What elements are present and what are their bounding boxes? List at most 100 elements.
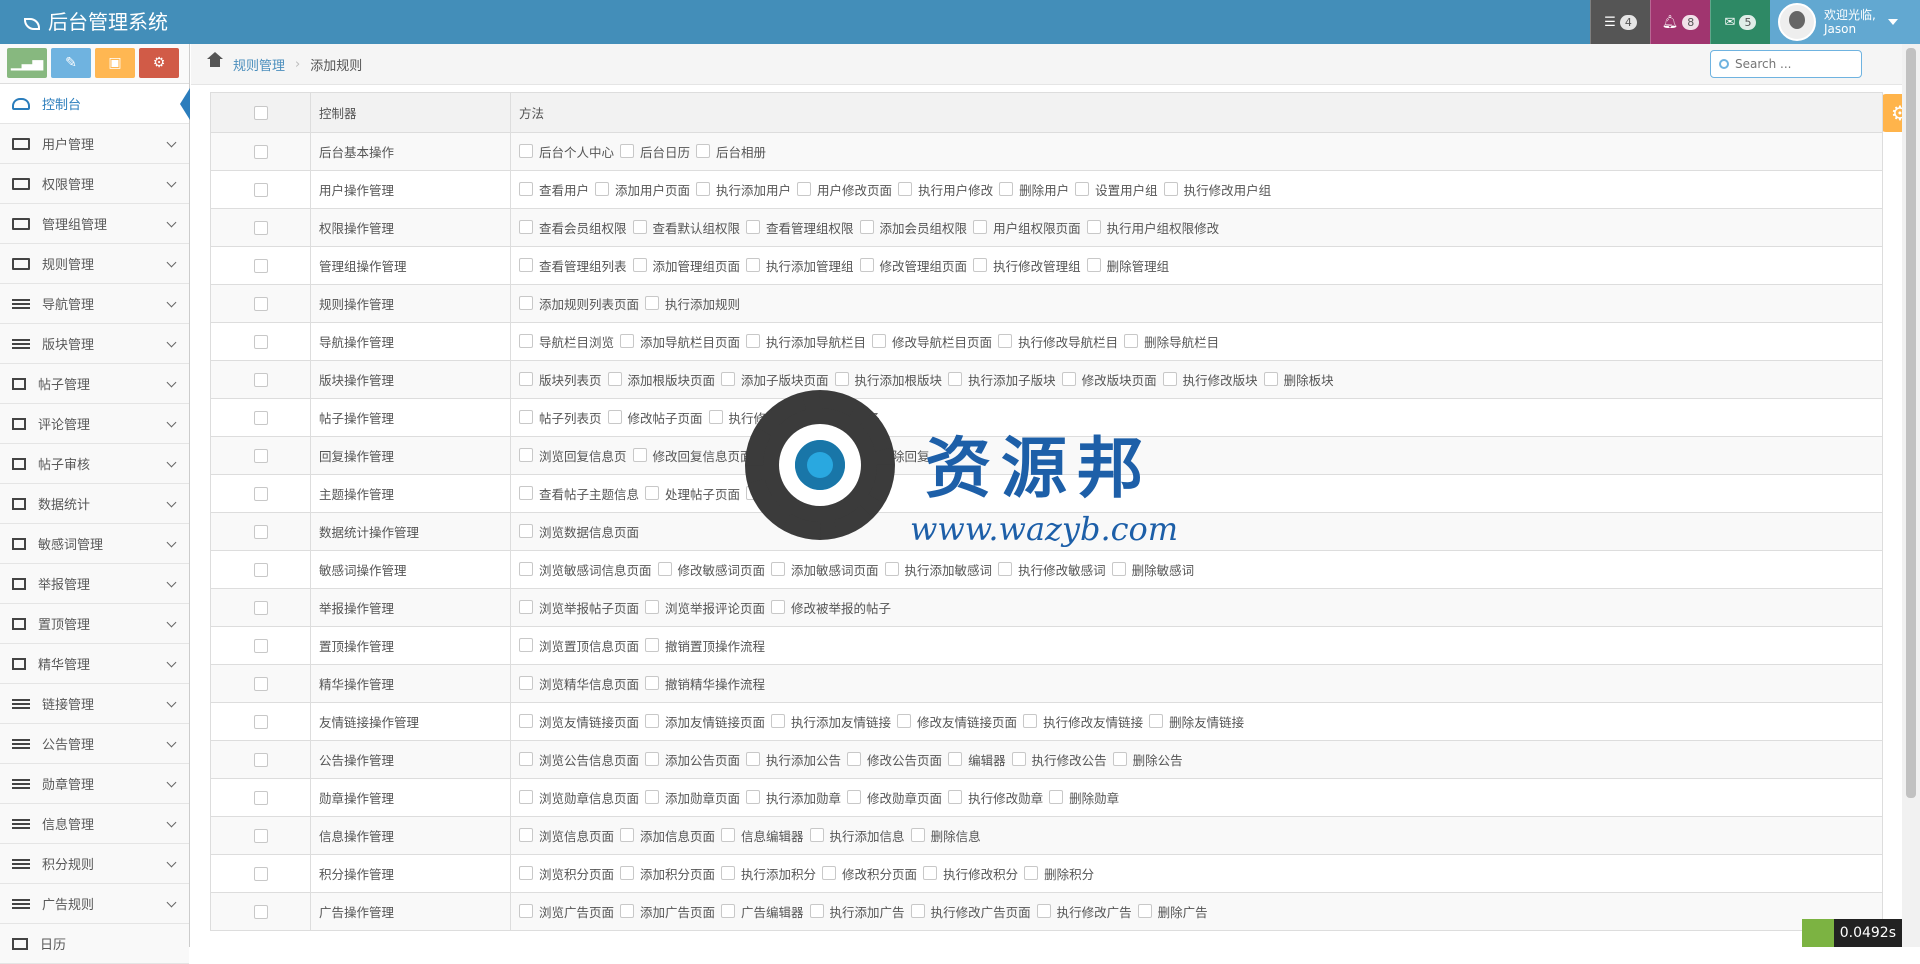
method-checkbox[interactable] bbox=[645, 296, 659, 310]
method-checkbox[interactable] bbox=[973, 220, 987, 234]
method-checkbox[interactable] bbox=[645, 486, 659, 500]
method-option[interactable]: 执行修改版块 bbox=[1163, 370, 1258, 389]
method-checkbox[interactable] bbox=[1149, 714, 1163, 728]
row-checkbox[interactable] bbox=[254, 601, 268, 615]
notifications-button[interactable]: 🔔︎8 bbox=[1650, 0, 1710, 44]
method-option[interactable]: 浏览公告信息页面 bbox=[519, 750, 639, 769]
sidebar-item[interactable]: 导航管理 bbox=[0, 284, 189, 324]
method-option[interactable]: 执行修改用户组 bbox=[1164, 180, 1272, 199]
row-checkbox[interactable] bbox=[254, 449, 268, 463]
method-checkbox[interactable] bbox=[519, 220, 533, 234]
method-option[interactable]: 添加积分页面 bbox=[620, 864, 715, 883]
method-option[interactable]: 删除敏感词 bbox=[1112, 560, 1195, 579]
row-checkbox[interactable] bbox=[254, 183, 268, 197]
method-checkbox[interactable] bbox=[1163, 372, 1177, 386]
method-checkbox[interactable] bbox=[519, 296, 533, 310]
row-checkbox[interactable] bbox=[254, 487, 268, 501]
method-checkbox[interactable] bbox=[721, 904, 735, 918]
method-option[interactable]: 执行添加信息 bbox=[810, 826, 905, 845]
method-option[interactable]: 浏览敏感词信息页面 bbox=[519, 560, 652, 579]
method-checkbox[interactable] bbox=[797, 182, 811, 196]
method-option[interactable]: 删除回复 bbox=[860, 446, 930, 465]
method-option[interactable]: 添加会员组权限 bbox=[860, 218, 968, 237]
app-brand[interactable]: 后台管理系统 bbox=[24, 0, 168, 44]
method-checkbox[interactable] bbox=[948, 752, 962, 766]
method-checkbox[interactable] bbox=[860, 220, 874, 234]
method-option[interactable]: 删除友情链接 bbox=[1149, 712, 1244, 731]
method-checkbox[interactable] bbox=[620, 334, 634, 348]
method-option[interactable]: 删除信息 bbox=[911, 826, 981, 845]
method-option[interactable]: 执行添加公告 bbox=[746, 750, 841, 769]
method-option[interactable]: 执行添加导航栏目 bbox=[746, 332, 866, 351]
method-checkbox[interactable] bbox=[709, 410, 723, 424]
method-checkbox[interactable] bbox=[911, 828, 925, 842]
method-checkbox[interactable] bbox=[1012, 752, 1026, 766]
sidebar-item[interactable]: 版块管理 bbox=[0, 324, 189, 364]
method-checkbox[interactable] bbox=[746, 486, 760, 500]
method-option[interactable]: 添加根版块页面 bbox=[608, 370, 716, 389]
method-option[interactable]: 执行添加规则 bbox=[645, 294, 740, 313]
method-option[interactable]: 广告编辑器 bbox=[721, 902, 804, 921]
method-checkbox[interactable] bbox=[897, 714, 911, 728]
sidebar-item[interactable]: 数据统计 bbox=[0, 484, 189, 524]
method-checkbox[interactable] bbox=[608, 372, 622, 386]
method-option[interactable]: 添加友情链接页面 bbox=[645, 712, 765, 731]
method-checkbox[interactable] bbox=[1087, 220, 1101, 234]
method-checkbox[interactable] bbox=[633, 448, 647, 462]
method-option[interactable]: 修改版块页面 bbox=[1062, 370, 1157, 389]
method-option[interactable]: 执行修改回复 bbox=[759, 446, 854, 465]
method-checkbox[interactable] bbox=[948, 790, 962, 804]
sidebar-item[interactable]: 公告管理 bbox=[0, 724, 189, 764]
row-checkbox[interactable] bbox=[254, 525, 268, 539]
row-checkbox[interactable] bbox=[254, 373, 268, 387]
method-option[interactable]: 浏览数据信息页面 bbox=[519, 522, 639, 541]
method-checkbox[interactable] bbox=[519, 258, 533, 272]
row-checkbox[interactable] bbox=[254, 563, 268, 577]
method-option[interactable]: 查看用户 bbox=[519, 180, 589, 199]
method-option[interactable]: 执行添加子版块 bbox=[948, 370, 1056, 389]
method-option[interactable]: 执行修改勋章 bbox=[948, 788, 1043, 807]
method-option[interactable]: 修改帖子页面 bbox=[608, 408, 703, 427]
row-checkbox[interactable] bbox=[254, 867, 268, 881]
method-option[interactable]: 编辑器 bbox=[948, 750, 1006, 769]
sidebar-item[interactable]: 规则管理 bbox=[0, 244, 189, 284]
method-option[interactable]: 删除积分 bbox=[1024, 864, 1094, 883]
row-checkbox[interactable] bbox=[254, 411, 268, 425]
method-option[interactable]: 添加勋章页面 bbox=[645, 788, 740, 807]
method-option[interactable]: 添加子版块页面 bbox=[721, 370, 829, 389]
sidebar-item[interactable]: 帖子管理 bbox=[0, 364, 189, 404]
method-option[interactable]: 浏览积分页面 bbox=[519, 864, 614, 883]
sidebar-item[interactable]: 评论管理 bbox=[0, 404, 189, 444]
method-option[interactable]: 删除帖子 bbox=[810, 408, 880, 427]
debug-logo-icon[interactable] bbox=[1802, 919, 1834, 947]
method-option[interactable]: 撤销置顶操作流程 bbox=[645, 636, 765, 655]
method-option[interactable]: 执行添加敏感词 bbox=[885, 560, 993, 579]
row-checkbox[interactable] bbox=[254, 297, 268, 311]
sidebar-item[interactable]: 勋章管理 bbox=[0, 764, 189, 804]
row-checkbox[interactable] bbox=[254, 639, 268, 653]
pencil-shortcut-button[interactable]: ✎ bbox=[51, 48, 91, 78]
method-checkbox[interactable] bbox=[1037, 904, 1051, 918]
method-checkbox[interactable] bbox=[746, 790, 760, 804]
method-checkbox[interactable] bbox=[847, 752, 861, 766]
method-option[interactable]: 后台日历 bbox=[620, 142, 690, 161]
method-checkbox[interactable] bbox=[759, 448, 773, 462]
method-checkbox[interactable] bbox=[519, 372, 533, 386]
sidebar-item[interactable]: 控制台 bbox=[0, 84, 189, 124]
method-option[interactable]: 浏览举报帖子页面 bbox=[519, 598, 639, 617]
method-checkbox[interactable] bbox=[1164, 182, 1178, 196]
method-checkbox[interactable] bbox=[872, 334, 886, 348]
method-option[interactable]: 修改友情链接页面 bbox=[897, 712, 1017, 731]
search-input[interactable] bbox=[1735, 57, 1855, 71]
method-checkbox[interactable] bbox=[519, 562, 533, 576]
method-checkbox[interactable] bbox=[620, 828, 634, 842]
method-checkbox[interactable] bbox=[911, 904, 925, 918]
method-checkbox[interactable] bbox=[519, 638, 533, 652]
method-checkbox[interactable] bbox=[608, 410, 622, 424]
method-option[interactable]: 执行添加友情链接 bbox=[771, 712, 891, 731]
method-checkbox[interactable] bbox=[1112, 562, 1126, 576]
method-checkbox[interactable] bbox=[1087, 258, 1101, 272]
method-option[interactable]: 修改勋章页面 bbox=[847, 788, 942, 807]
row-checkbox[interactable] bbox=[254, 145, 268, 159]
sidebar-item[interactable]: 敏感词管理 bbox=[0, 524, 189, 564]
